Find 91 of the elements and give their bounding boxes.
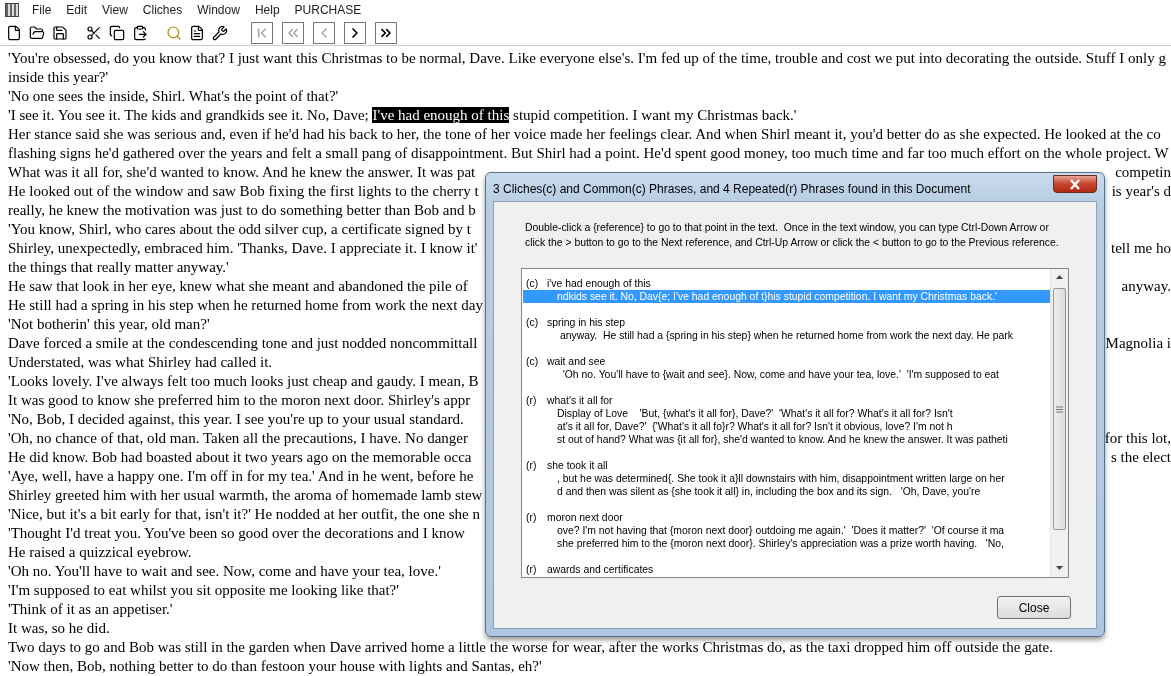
text-line: really, he knew the motivation was just to do something better than Bob and b bbox=[8, 201, 476, 220]
close-button[interactable]: Close bbox=[997, 596, 1071, 619]
text-line: 'Now then, Bob, nothing better to do than festoon your house with lights and Santas, eh?' bbox=[8, 657, 542, 676]
text-line: 'Aye, well, have a happy one. I'm off in for my tea.' And in he went, before he bbox=[8, 467, 474, 486]
menu-item[interactable]: PURCHASE bbox=[287, 3, 370, 17]
reference-line[interactable]: ove? I'm not having that {moron next door} outdoing me again.' 'Does it matter?' 'Of course it ma bbox=[523, 524, 1050, 537]
grip-icon bbox=[1056, 405, 1063, 413]
clipboard-icon bbox=[132, 24, 148, 41]
phrase-label[interactable]: awards and certificates bbox=[547, 563, 654, 576]
phrase-label[interactable]: wait and see bbox=[547, 355, 606, 368]
scroll-down-icon bbox=[1056, 566, 1063, 570]
text-line: He looked out of the window and saw Bob fixing the first lights to the cherry t bbox=[8, 182, 479, 201]
text-line: Shirley, unexpectedly, embraced him. 'Thanks, Dave. I appreciate it. I know it' bbox=[8, 239, 478, 258]
phrase-code: (r) bbox=[526, 459, 538, 472]
chevron-right-button[interactable] bbox=[344, 21, 366, 44]
text-line: 'Oh, no chance of that, old man. Taken all the precautions, I have. No danger bbox=[8, 429, 468, 448]
text-line: 'You know, Shirl, who cares about the odd silver cup, a certificate signed by t bbox=[8, 220, 472, 239]
phrase-label[interactable]: what's it all for bbox=[547, 394, 613, 407]
text-line: It was, so he did. bbox=[8, 619, 110, 638]
phrase-label[interactable]: i've had enough of this bbox=[547, 277, 651, 290]
menu-item[interactable]: Edit bbox=[59, 3, 96, 17]
menu-item[interactable]: File bbox=[25, 3, 60, 17]
text-line: inside this year?' bbox=[8, 68, 109, 87]
reference-line[interactable]: , but he was determined{. She took it a}ll downstairs with him, disappointment written large on her bbox=[523, 472, 1050, 485]
window-close-button[interactable] bbox=[1053, 175, 1097, 193]
folder-icon bbox=[29, 24, 45, 41]
text-line: is year's d bbox=[1111, 182, 1171, 201]
reference-line[interactable]: she preferred him to the {moron next door}. Shirley's appreciation was a prize worth having. 'No, bbox=[523, 537, 1050, 550]
document-icon bbox=[189, 24, 205, 41]
menu-item[interactable]: Help bbox=[247, 3, 288, 17]
reference-line[interactable]: at's it all for, Dave?' {'What's it all fo}r? What's it all for? Isn't it obvious, love? I'm not h bbox=[523, 420, 1050, 433]
scroll-thumb[interactable] bbox=[1053, 288, 1066, 530]
text-line: 'You're obsessed, do you know that? I just want this Christmas to be normal, Dave. Like everyone else's. I'm fed up of the time, trouble and cost we put into decorating the outside. Stuff I only g bbox=[8, 49, 1166, 68]
text-line: Her stance said she was serious and, even if he'd had his back to her, the tone of her voice made her feelings clear. And when Shirl meant it, you'd better do as she expected. He looked at the co bbox=[8, 125, 1161, 144]
text-line: competin bbox=[1115, 163, 1171, 182]
text-line: Dave forced a smile at the condescending tone and just nodded noncommittall bbox=[8, 334, 478, 353]
reference-line[interactable]: anyway. He still had a {spring in his step} when he returned home from work the next day. He park bbox=[523, 329, 1050, 342]
close-icon bbox=[1069, 178, 1081, 190]
phrase-code: (r) bbox=[526, 394, 538, 407]
text-line: What was it all for, she'd wanted to know. And he knew the answer. It was pat bbox=[8, 163, 476, 182]
double-chevron-right-button[interactable] bbox=[375, 21, 397, 44]
scroll-up-icon bbox=[1056, 275, 1063, 279]
text-line: 'Not botherin' this year, old man?' bbox=[8, 315, 210, 334]
text-line: flashing signs he'd gathered over the years and felt a small pang of disappointment. But Shirl had a point. He'd spent good money, too much time and far too much effort on the whole project. W bbox=[8, 144, 1169, 163]
text-line: 'No, Bob, I decided against, this year. I see you're up to your usual standard. bbox=[8, 410, 464, 429]
scissors-icon bbox=[86, 24, 102, 41]
search-icon bbox=[166, 24, 182, 41]
phrase-code: (c) bbox=[526, 316, 540, 329]
text-line: He saw that look in her eye, knew what she meant and abandoned the pile of bbox=[8, 277, 468, 296]
reference-line[interactable]: Display of Love 'But, {what's it all for}, Dave?' 'What's it all for? What's it all for? Isn't bbox=[523, 407, 1050, 420]
text-line: Shirley greeted him with her usual warmth, the aroma of homemade lamb stew bbox=[8, 486, 483, 505]
phrase-label[interactable]: she took it all bbox=[547, 459, 608, 472]
reference-line[interactable]: d and then was silent as {she took it all} in, including the box and its sign. 'Oh, Dave, you're bbox=[523, 485, 1050, 498]
scrollbar[interactable] bbox=[1050, 269, 1068, 577]
menu-item[interactable]: View bbox=[95, 3, 136, 17]
copy-icon bbox=[109, 24, 125, 41]
text-line: 'No one sees the inside, Shirl. What's the point of that?' bbox=[8, 87, 339, 106]
text-line: Understated, was what Shirley had called it. bbox=[8, 353, 273, 372]
text-line: He raised a quizzical eyebrow. bbox=[8, 543, 192, 562]
phrase-code: (r) bbox=[526, 511, 538, 524]
text-line: anyway. bbox=[1121, 277, 1171, 296]
phrase-code: (c) bbox=[526, 355, 540, 368]
phrase-label[interactable]: moron next door bbox=[547, 511, 623, 524]
text-line: 'Looks lovely. I've always felt too much looks just cheap and gaudy. I mean, B bbox=[8, 372, 479, 391]
text-line: It was good to know she preferred him to the moron next door. Shirley's appr bbox=[8, 391, 471, 410]
text-line: 'I'm supposed to eat whilst you sit opposite me looking like that?' bbox=[8, 581, 399, 600]
menu-item[interactable]: Window bbox=[190, 3, 248, 17]
text-line: 'Nice, but it's a bit early for that, isn't it?' He nodded at her outfit, the one she n bbox=[8, 505, 480, 524]
text-line: He did know. Bob had boasted about it two years ago on the memorable occa bbox=[8, 448, 472, 467]
text-line: the things that really matter anyway.' bbox=[8, 258, 229, 277]
text-line: 'I see it. You see it. The kids and grandkids see it. No, Dave; I've had enough of this stupid competition. I want my Christmas back.' bbox=[8, 106, 797, 125]
menu-item[interactable]: Cliches bbox=[135, 3, 191, 17]
phrase-code: (c) bbox=[526, 277, 540, 290]
text-line: 'Think of it as an appetiser.' bbox=[8, 600, 173, 619]
dialog-title: 3 Cliches(c) and Common(c) Phrases, and 4 Repeated(r) Phrases found in this Document bbox=[493, 182, 971, 196]
text-line: tell me ho bbox=[1111, 239, 1171, 258]
text-line: 'Thought I'd treat you. You've been so good over the decorations and I know bbox=[8, 524, 465, 543]
text-line: He still had a spring in his step when he returned home from work the next day bbox=[8, 296, 483, 315]
text-line: Magnolia i bbox=[1105, 334, 1171, 353]
new-document-icon bbox=[6, 24, 22, 41]
text-line: for this lot, bbox=[1104, 429, 1171, 448]
instructions-text: Double-click a {reference} to go to that point in the text. Once in the text window, you can type Ctrl-Down Arrow or click the > button to go to the Next reference, and Ctrl-Up Arrow or click the < button to go to the Previous reference. bbox=[525, 221, 1060, 250]
phrase-label[interactable]: spring in his step bbox=[547, 316, 625, 329]
text-line: Two days to go and Bob was still in the garden when Dave arrived home a little the worse for wear, after the works Christmas do, as the taxi dropped him off outside the gate. bbox=[8, 638, 1053, 657]
app-icon bbox=[5, 3, 19, 17]
reference-line[interactable]: st out of hand? What was {it all for}, she'd wanted to know. And he knew the answer. It was patheti bbox=[523, 433, 1050, 446]
text-line: s the elect bbox=[1111, 448, 1171, 467]
phrase-code: (r) bbox=[526, 563, 538, 576]
wrench-icon bbox=[212, 24, 228, 41]
reference-line[interactable]: 'Oh no. You'll have to {wait and see}. Now, come and have your tea, love.' 'I'm supposed to eat bbox=[523, 368, 1050, 381]
text-line: 'Oh no. You'll have to wait and see. Now, come and have your tea, love.' bbox=[8, 562, 441, 581]
